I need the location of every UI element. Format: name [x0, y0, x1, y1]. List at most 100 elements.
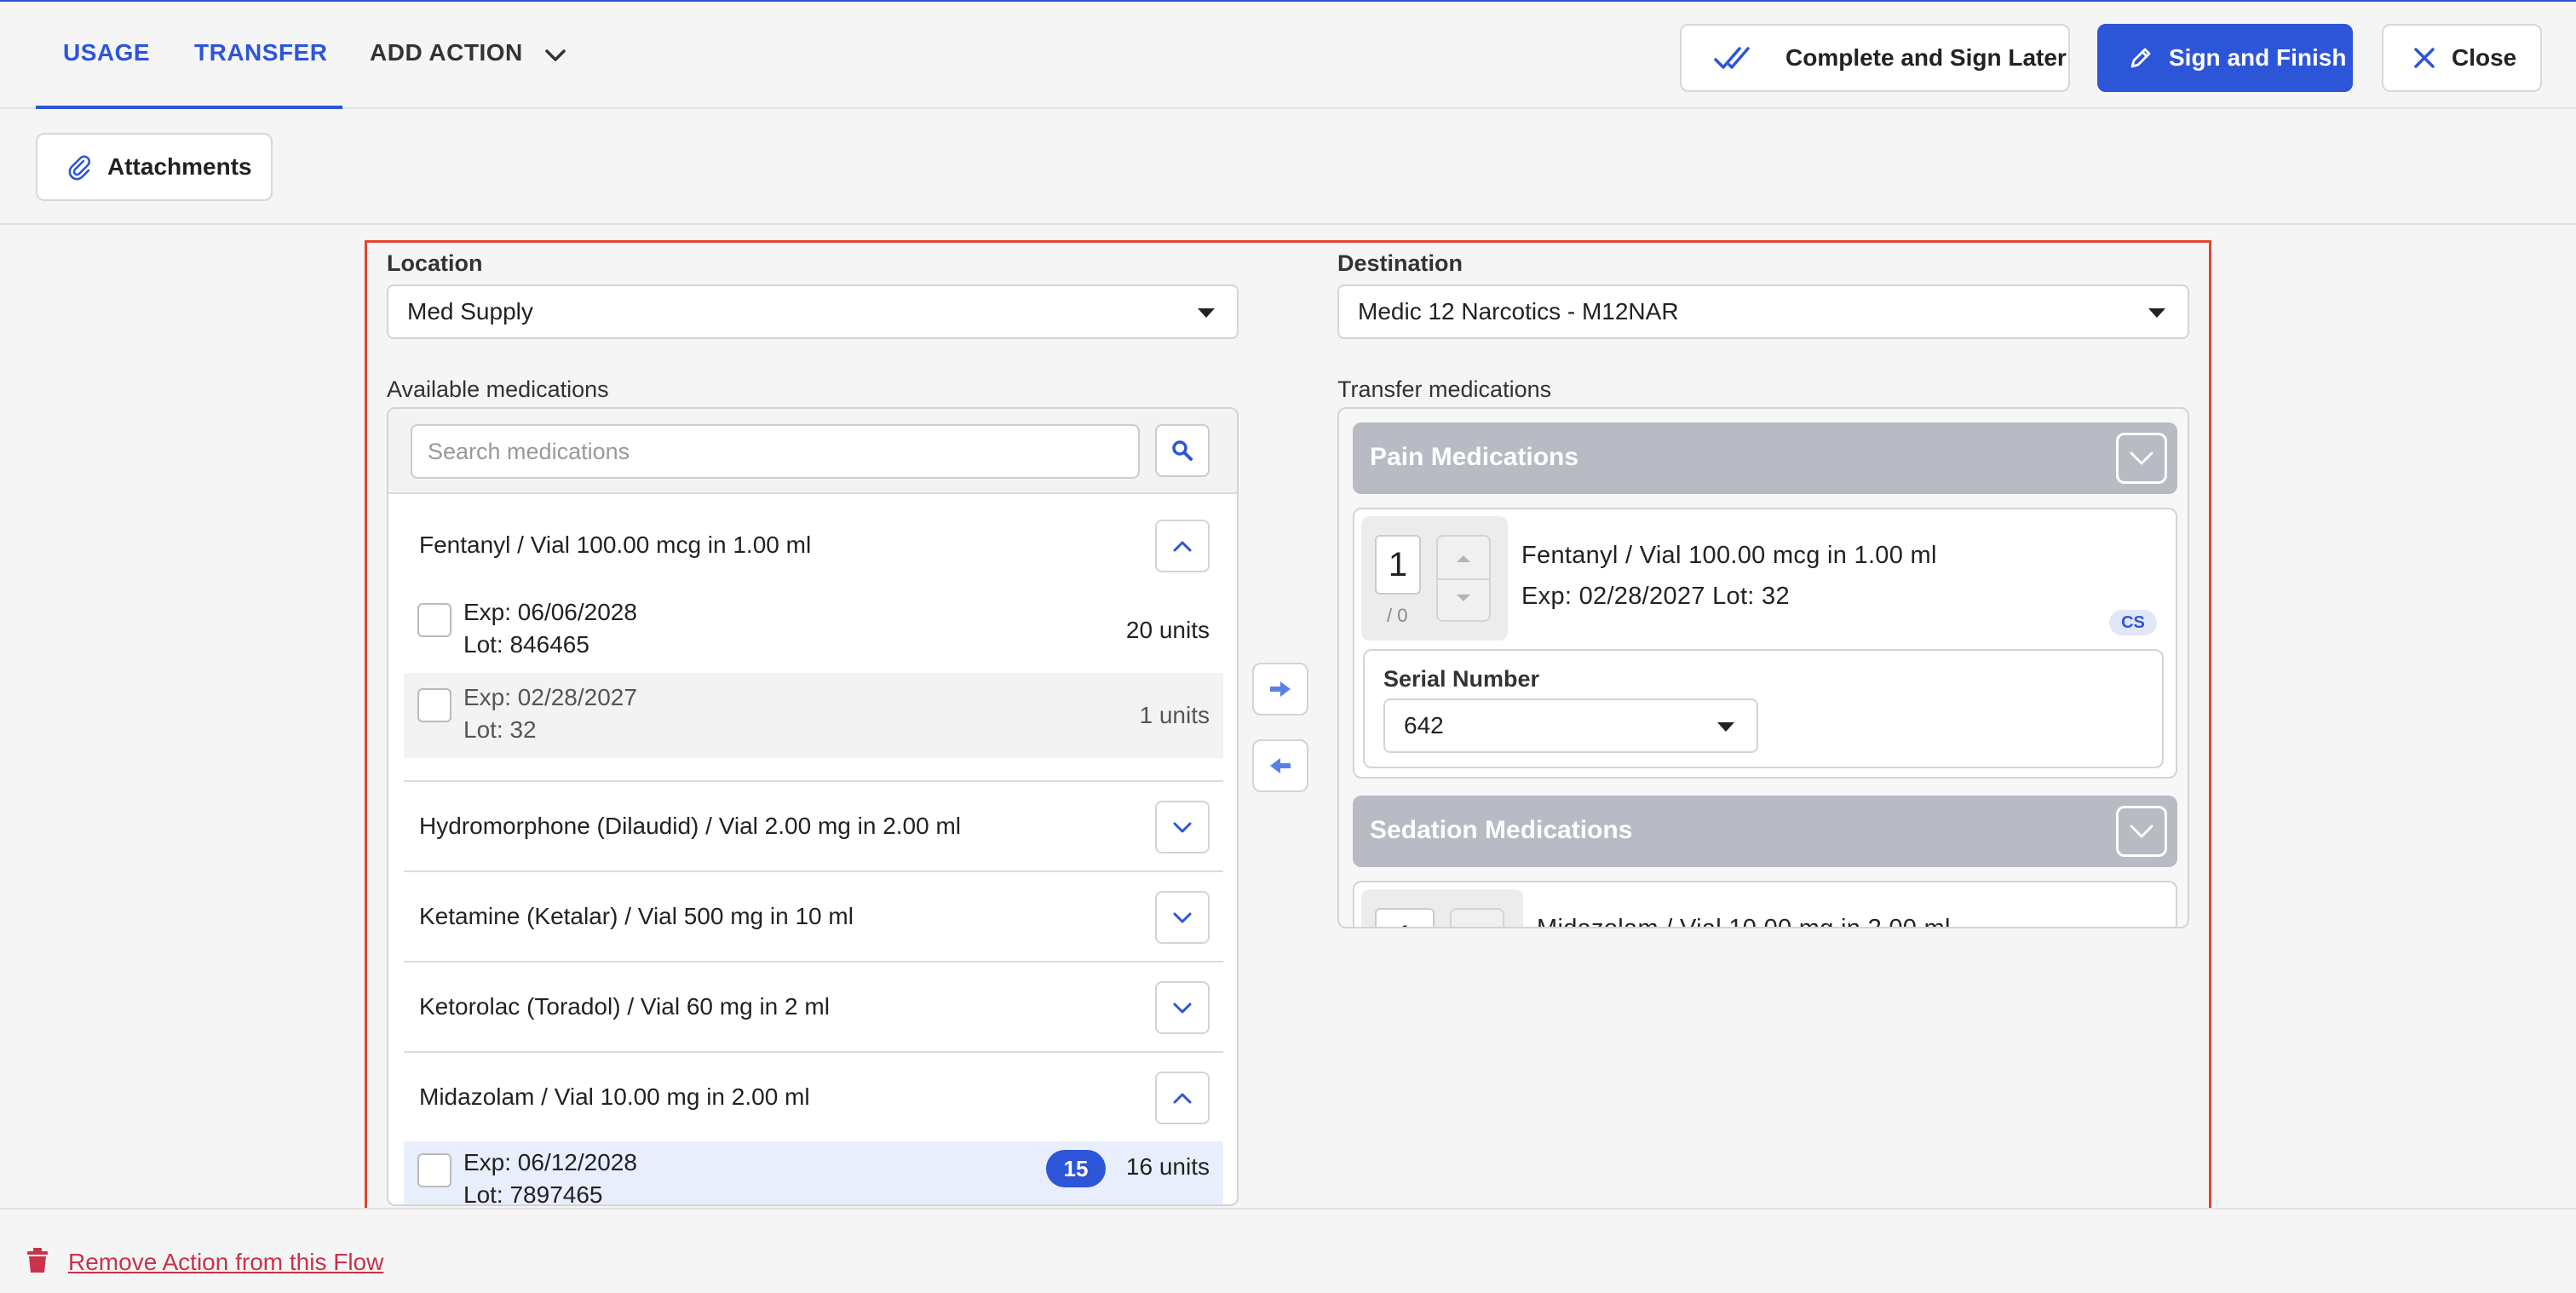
expand-button[interactable] — [1155, 981, 1210, 1034]
lot-number: Lot: 32 — [463, 716, 537, 743]
chevron-down-icon — [2130, 451, 2153, 465]
quantity-control: 1 — [1361, 889, 1523, 927]
group-toggle-button[interactable] — [2116, 433, 2167, 484]
arrow-right-icon — [1270, 681, 1291, 697]
destination-label: Destination — [1337, 250, 1463, 276]
lot-number: Lot: 7897465 — [463, 1181, 603, 1206]
expand-button[interactable] — [1155, 891, 1210, 944]
search-header: Search medications — [388, 409, 1237, 494]
quantity-input[interactable]: 1 — [1375, 908, 1435, 927]
lot-units: 16 units — [1125, 1153, 1210, 1180]
medication-name: Ketorolac (Toradol) / Vial 60 mg in 2 ml — [419, 993, 830, 1020]
chevron-down-icon — [1173, 912, 1192, 923]
medication-name: Fentanyl / Vial 100.00 mcg in 1.00 ml — [419, 532, 812, 558]
chevron-up-icon — [1173, 541, 1192, 552]
complete-sign-later-label: Complete and Sign Later — [1785, 44, 2067, 71]
selected-count-badge: 15 — [1046, 1150, 1106, 1187]
tab-transfer[interactable]: TRANSFER — [194, 39, 327, 66]
quantity-stepper[interactable] — [1436, 535, 1491, 622]
chevron-up-icon — [1173, 1093, 1192, 1104]
chevron-down-icon[interactable] — [542, 46, 569, 65]
collapse-button[interactable] — [1155, 1072, 1210, 1124]
caret-down-icon — [1198, 308, 1215, 318]
caret-down-icon — [1457, 595, 1470, 601]
chevron-down-icon — [2130, 825, 2153, 838]
group-title: Pain Medications — [1370, 443, 1579, 471]
lot-checkbox[interactable] — [417, 688, 451, 722]
lot-checkbox[interactable] — [417, 603, 451, 637]
location-value: Med Supply — [407, 298, 533, 325]
group-title: Sedation Medications — [1370, 816, 1633, 844]
transfer-item-name: Fentanyl / Vial 100.00 mcg in 1.00 ml — [1521, 542, 1937, 569]
search-button[interactable] — [1155, 424, 1210, 477]
quantity-control: 1 / 0 — [1361, 516, 1508, 641]
medication-row-midazolam[interactable]: Midazolam / Vial 10.00 mg in 2.00 ml — [404, 1053, 1223, 1141]
search-icon — [1172, 440, 1193, 461]
lot-row[interactable]: Exp: 02/28/2027 Lot: 32 1 units — [404, 673, 1223, 758]
transfer-item-detail: Exp: 02/28/2027 Lot: 32 — [1521, 583, 1790, 610]
expand-button[interactable] — [1155, 801, 1210, 853]
available-medications-label: Available medications — [387, 376, 609, 402]
lot-exp: Exp: 06/06/2028 — [463, 599, 637, 625]
group-header-pain[interactable]: Pain Medications — [1353, 422, 2177, 494]
lot-row-selected[interactable]: Exp: 06/12/2028 Lot: 7897465 15 16 units — [404, 1141, 1223, 1206]
medication-row-hydromorphone[interactable]: Hydromorphone (Dilaudid) / Vial 2.00 mg … — [404, 782, 1223, 871]
search-placeholder: Search medications — [428, 438, 630, 464]
serial-number-value: 642 — [1404, 712, 1444, 738]
close-icon — [2414, 48, 2435, 68]
lot-number: Lot: 846465 — [463, 631, 589, 658]
complete-sign-later-button[interactable]: Complete and Sign Later — [1680, 24, 2070, 92]
caret-down-icon — [2148, 308, 2165, 318]
lot-units: 20 units — [1125, 617, 1210, 643]
lot-checkbox[interactable] — [417, 1153, 451, 1187]
tab-usage[interactable]: USAGE — [63, 39, 150, 66]
destination-value: Medic 12 Narcotics - M12NAR — [1358, 298, 1679, 325]
move-right-button[interactable] — [1252, 663, 1308, 715]
close-button[interactable]: Close — [2382, 24, 2542, 92]
transfer-item-card: 1 Midazolam / Vial 10.00 mg in 2.00 ml — [1353, 881, 2177, 927]
location-label: Location — [387, 250, 483, 276]
sign-and-finish-button[interactable]: Sign and Finish — [2097, 24, 2353, 92]
group-toggle-button[interactable] — [2116, 806, 2167, 857]
active-tab-indicator — [36, 106, 342, 109]
transfer-item-card: 1 / 0 Fentanyl / Vial 100.00 mcg in 1.00… — [1353, 508, 2177, 779]
collapse-button[interactable] — [1155, 520, 1210, 572]
move-left-button[interactable] — [1252, 739, 1308, 792]
top-bar: USAGE TRANSFER ADD ACTION Complete and S… — [0, 2, 2576, 109]
sign-and-finish-label: Sign and Finish — [2169, 44, 2347, 71]
location-select[interactable]: Med Supply — [387, 284, 1239, 339]
search-input[interactable]: Search medications — [411, 424, 1140, 479]
quantity-stepper[interactable] — [1450, 908, 1504, 927]
serial-number-label: Serial Number — [1383, 666, 1540, 692]
transfer-medications-label: Transfer medications — [1337, 376, 1552, 402]
quantity-denominator: / 0 — [1387, 605, 1408, 626]
destination-select[interactable]: Medic 12 Narcotics - M12NAR — [1337, 284, 2189, 339]
close-label: Close — [2452, 44, 2517, 71]
available-medications-list: Search medications Fentanyl / Vial 100.0… — [387, 407, 1239, 1206]
paperclip-icon — [68, 155, 90, 181]
lot-exp: Exp: 02/28/2027 — [463, 684, 637, 710]
lot-units: 1 units — [1139, 702, 1210, 728]
medication-name: Hydromorphone (Dilaudid) / Vial 2.00 mg … — [419, 813, 962, 839]
arrow-left-icon — [1270, 758, 1291, 773]
medication-name: Midazolam / Vial 10.00 mg in 2.00 ml — [419, 1083, 810, 1110]
serial-number-section: Serial Number 642 — [1363, 649, 2164, 768]
attachments-button[interactable]: Attachments — [36, 133, 273, 201]
footer-bar: Remove Action from this Flow — [0, 1208, 2576, 1293]
medication-row-ketamine[interactable]: Ketamine (Ketalar) / Vial 500 mg in 10 m… — [404, 872, 1223, 961]
remove-action-link[interactable]: Remove Action from this Flow — [68, 1249, 383, 1276]
caret-up-icon — [1457, 555, 1470, 562]
pen-icon — [2130, 48, 2151, 68]
attachments-bar — [0, 111, 2576, 225]
tab-add-action[interactable]: ADD ACTION — [370, 39, 523, 66]
group-header-sedation[interactable]: Sedation Medications — [1353, 796, 2177, 867]
medication-name: Ketamine (Ketalar) / Vial 500 mg in 10 m… — [419, 903, 854, 929]
lot-row[interactable]: Exp: 06/06/2028 Lot: 846465 20 units — [404, 588, 1223, 673]
medication-row-ketorolac[interactable]: Ketorolac (Toradol) / Vial 60 mg in 2 ml — [404, 963, 1223, 1051]
caret-down-icon — [1717, 722, 1734, 732]
lot-exp: Exp: 06/12/2028 — [463, 1149, 637, 1175]
serial-number-select[interactable]: 642 — [1383, 698, 1758, 753]
quantity-input[interactable]: 1 — [1375, 535, 1421, 595]
medication-row-fentanyl[interactable]: Fentanyl / Vial 100.00 mcg in 1.00 ml — [404, 503, 1223, 588]
transfer-medications-list: Pain Medications 1 / 0 Fentanyl / Vial 1… — [1337, 407, 2189, 928]
